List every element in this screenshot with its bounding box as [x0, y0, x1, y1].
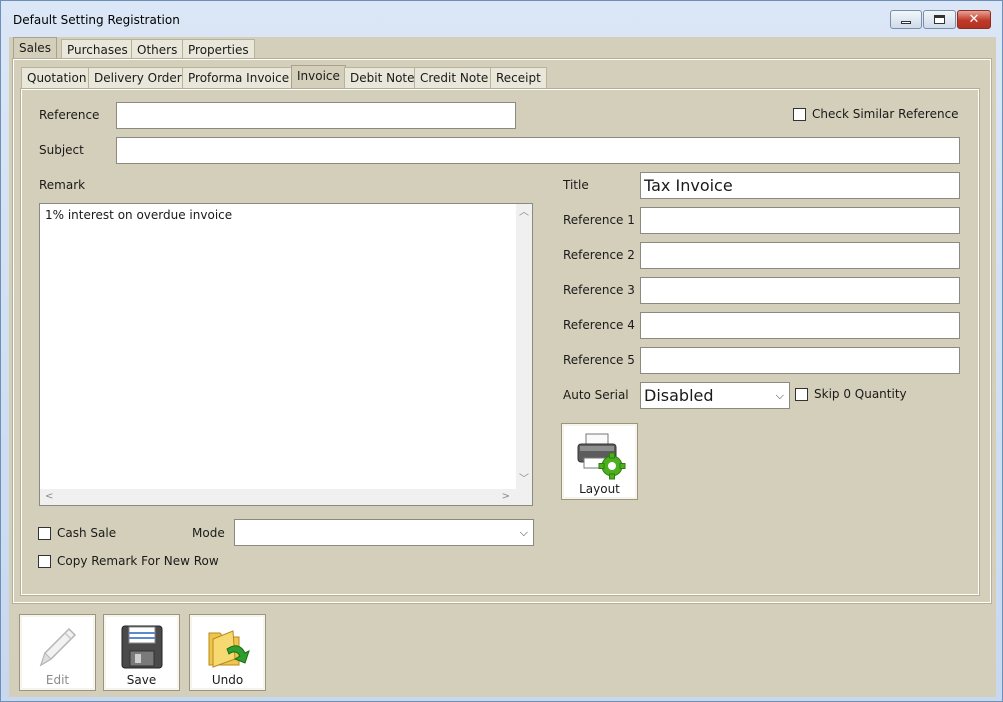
save-button[interactable]: Save	[103, 614, 180, 691]
remark-horizontal-scrollbar[interactable]: < >	[40, 489, 532, 505]
scroll-up-icon[interactable]: ︿	[519, 208, 529, 218]
subject-input[interactable]	[116, 137, 960, 164]
layout-button[interactable]: Layout	[561, 423, 638, 500]
copy-remark-checkbox[interactable]	[38, 555, 51, 568]
cash-sale-checkbox[interactable]	[38, 527, 51, 540]
scroll-right-icon[interactable]: >	[502, 492, 510, 502]
remark-text: 1% interest on overdue invoice	[45, 208, 233, 222]
auto-serial-value: Disabled	[644, 386, 714, 405]
floppy-disk-icon	[121, 625, 162, 669]
reference-2-input[interactable]	[640, 242, 960, 269]
tab-properties[interactable]: Properties	[182, 39, 255, 61]
skip-zero-quantity-label: Skip 0 Quantity	[814, 387, 907, 401]
reference-label: Reference	[39, 108, 100, 122]
tab-receipt[interactable]: Receipt	[490, 67, 547, 89]
edit-button-label: Edit	[45, 673, 70, 687]
chevron-down-icon: ⌵	[519, 526, 528, 539]
reference-input[interactable]	[116, 102, 516, 129]
client-area: Sales Purchases Others Properties Quotat…	[9, 37, 996, 697]
tab-sales[interactable]: Sales	[13, 37, 57, 61]
close-icon: ✕	[968, 12, 980, 27]
window-title: Default Setting Registration	[13, 13, 180, 27]
tab-quotation[interactable]: Quotation	[21, 67, 93, 89]
title-input[interactable]: Tax Invoice	[640, 172, 960, 199]
reference-4-input[interactable]	[640, 312, 960, 339]
reference-2-label: Reference 2	[563, 248, 635, 262]
reference-1-label: Reference 1	[563, 213, 635, 227]
reference-5-input[interactable]	[640, 347, 960, 374]
tab-delivery-order[interactable]: Delivery Order	[88, 67, 188, 89]
undo-button-label: Undo	[211, 673, 244, 687]
save-button-label: Save	[126, 673, 157, 687]
reference-1-input[interactable]	[640, 207, 960, 234]
chevron-down-icon: ⌵	[775, 389, 784, 402]
scroll-left-icon[interactable]: <	[45, 492, 53, 502]
tab-debit-note[interactable]: Debit Note	[344, 67, 421, 89]
mode-label: Mode	[192, 526, 225, 540]
cash-sale-label: Cash Sale	[57, 526, 117, 540]
maximize-button[interactable]	[923, 10, 956, 29]
skip-zero-quantity-checkbox[interactable]	[795, 388, 808, 401]
close-button[interactable]: ✕	[957, 10, 991, 29]
title-label: Title	[563, 178, 589, 192]
auto-serial-select[interactable]: Disabled ⌵	[640, 382, 790, 409]
remark-textarea[interactable]: 1% interest on overdue invoice ︿ ﹀ < >	[39, 203, 533, 506]
layout-button-label: Layout	[579, 482, 620, 496]
reference-4-label: Reference 4	[563, 318, 635, 332]
reference-5-label: Reference 5	[563, 353, 635, 367]
minimize-icon	[901, 21, 911, 24]
folder-undo-icon	[208, 630, 250, 668]
pencil-icon	[39, 627, 76, 667]
reference-3-input[interactable]	[640, 277, 960, 304]
minimize-button[interactable]	[890, 10, 922, 29]
tab-others[interactable]: Others	[131, 39, 184, 61]
tab-credit-note[interactable]: Credit Note	[414, 67, 495, 89]
copy-remark-label: Copy Remark For New Row	[57, 554, 219, 568]
undo-button[interactable]: Undo	[189, 614, 266, 691]
tab-invoice[interactable]: Invoice	[291, 65, 346, 89]
check-similar-reference-checkbox[interactable]	[793, 108, 806, 121]
edit-button[interactable]: Edit	[19, 614, 96, 691]
tab-proforma-invoice[interactable]: Proforma Invoice	[182, 67, 296, 89]
restore-icon	[934, 15, 945, 24]
mode-select[interactable]: ⌵	[234, 519, 534, 546]
remark-label: Remark	[39, 178, 86, 192]
remark-vertical-scrollbar[interactable]: ︿ ﹀	[516, 204, 532, 489]
title-bar[interactable]: Default Setting Registration ✕	[1, 1, 1002, 37]
reference-3-label: Reference 3	[563, 283, 635, 297]
tab-purchases[interactable]: Purchases	[61, 39, 134, 61]
printer-gear-icon	[577, 433, 625, 480]
auto-serial-label: Auto Serial	[563, 388, 629, 402]
check-similar-reference-label: Check Similar Reference	[812, 107, 959, 121]
scroll-down-icon[interactable]: ﹀	[519, 475, 529, 485]
app-window: Default Setting Registration ✕ Sales Pur…	[0, 0, 1003, 702]
subject-label: Subject	[39, 143, 84, 157]
